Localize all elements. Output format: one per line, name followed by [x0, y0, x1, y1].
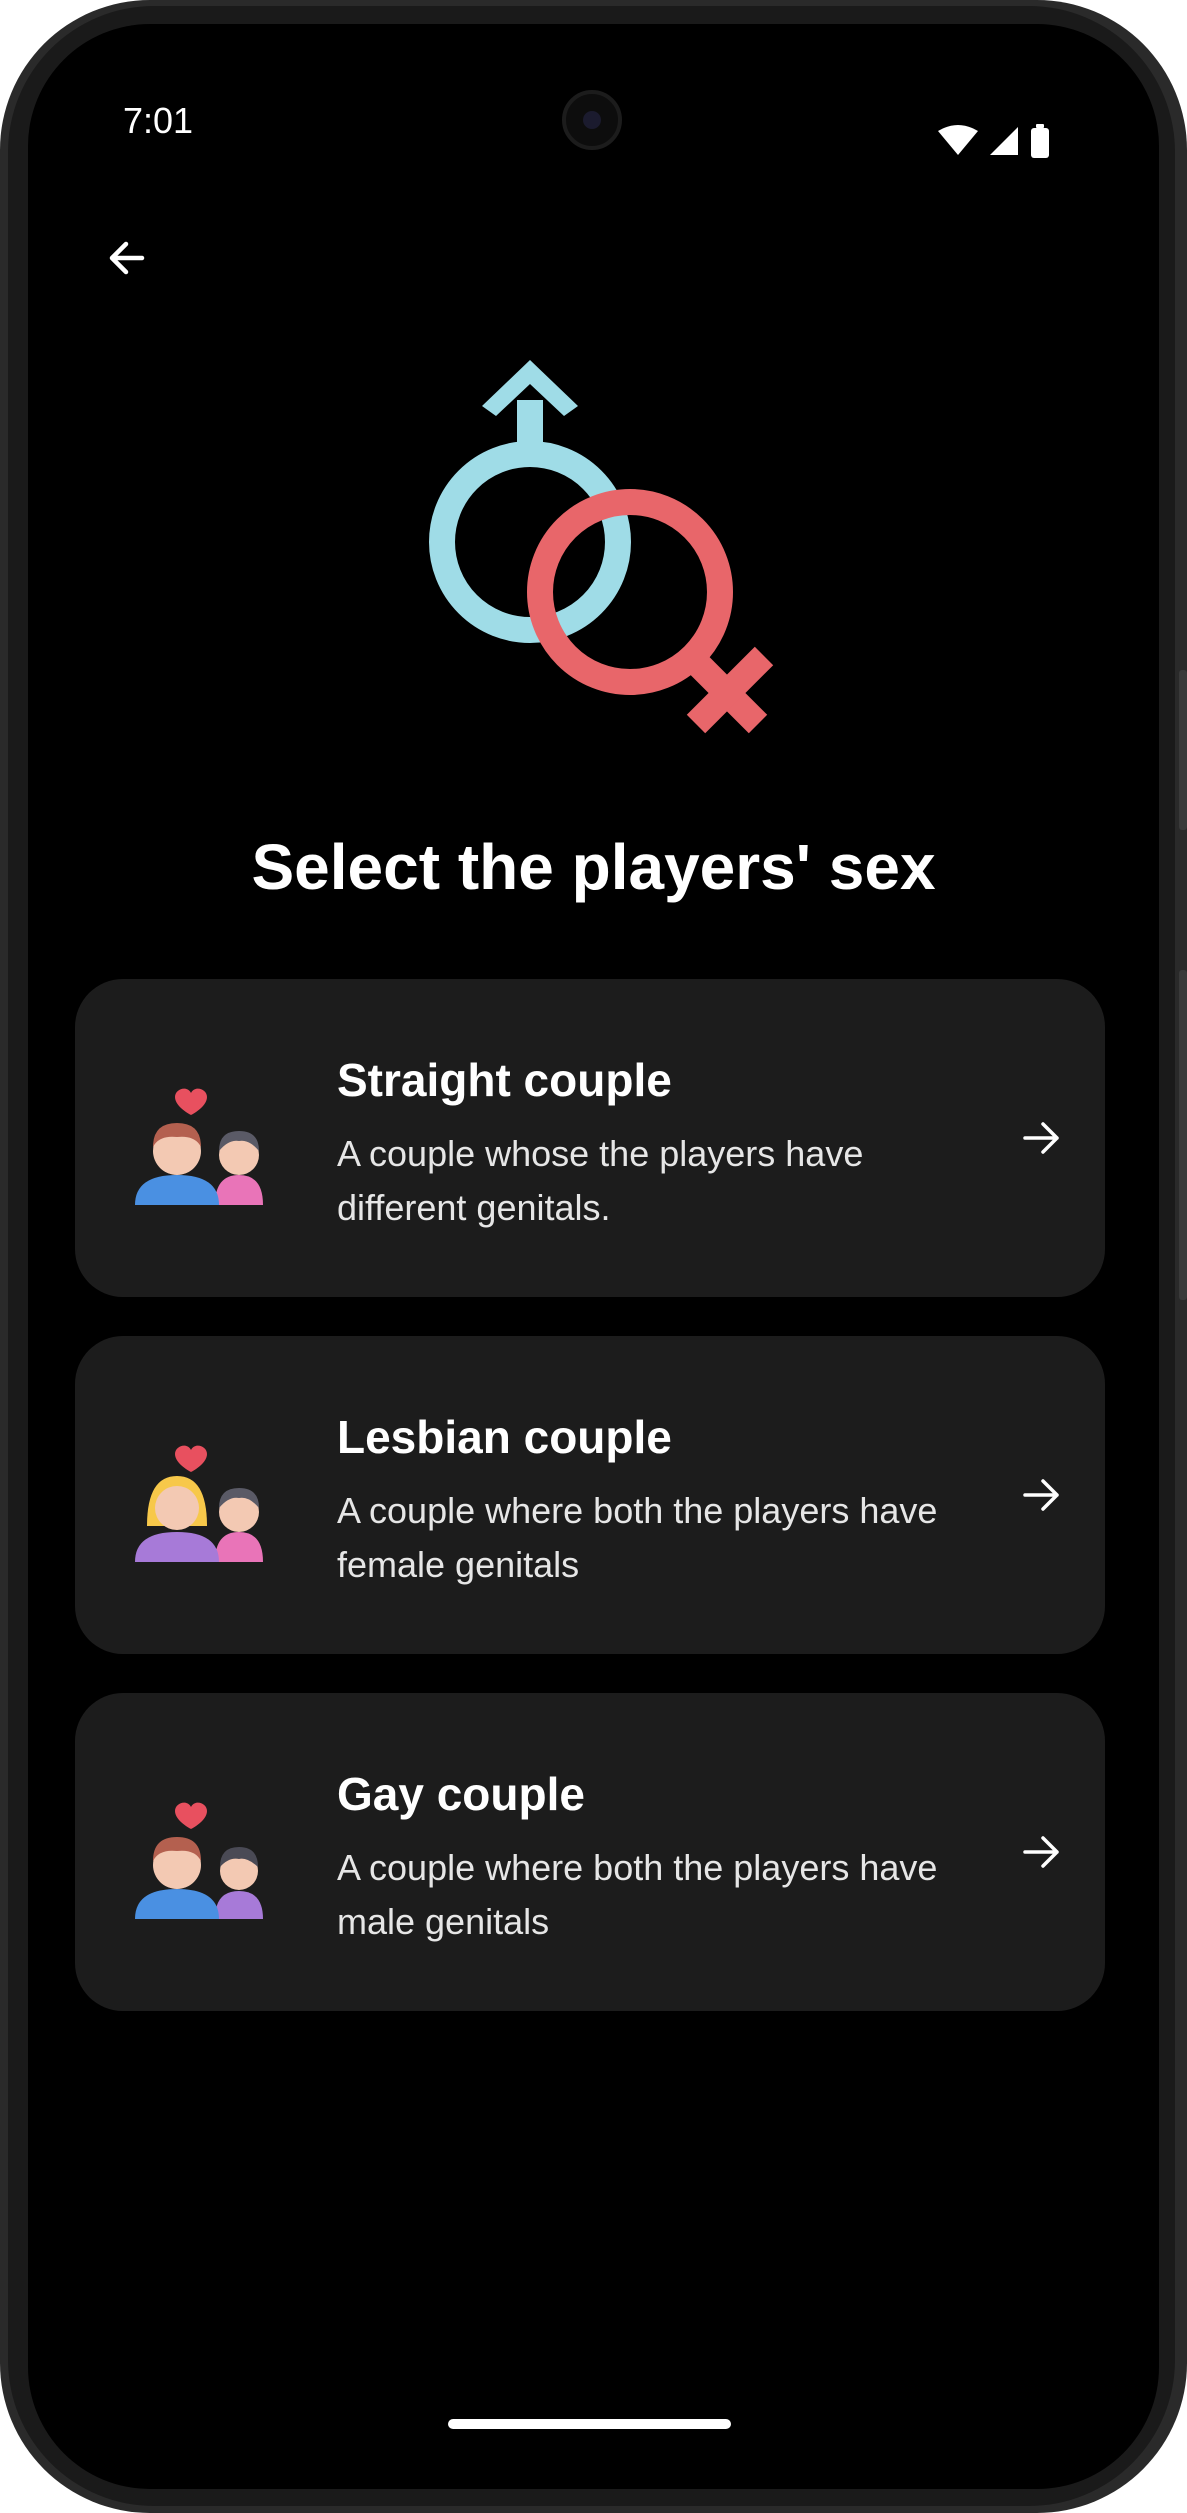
front-camera: [562, 90, 622, 150]
home-indicator[interactable]: [448, 2419, 731, 2429]
page-title: Select the players' sex: [251, 831, 936, 903]
gay-couple-icon: [135, 1783, 271, 1924]
status-time: 7:01: [123, 100, 194, 141]
straight-couple-icon: [135, 1069, 271, 1210]
option-description: A couple where both the players have fem…: [337, 1490, 938, 1585]
option-title: Straight couple: [337, 1054, 672, 1106]
arrow-right-icon: [1021, 1117, 1063, 1164]
power-button: [1179, 970, 1187, 1300]
arrow-left-icon: [109, 241, 145, 275]
arrow-right-icon: [1021, 1831, 1063, 1878]
wifi-icon: [938, 125, 978, 155]
option-description: A couple whose the players have differen…: [337, 1133, 864, 1228]
male-female-symbols-icon: [428, 360, 788, 765]
volume-button: [1179, 670, 1187, 830]
phone-frame: 7:01 Select the players' sex Straight co…: [0, 0, 1187, 2513]
option-gay-couple[interactable]: Gay couple A couple where both the playe…: [75, 1693, 1105, 2011]
status-icons: [938, 124, 1050, 158]
option-title: Gay couple: [337, 1768, 585, 1820]
option-straight-couple[interactable]: Straight couple A couple whose the playe…: [75, 979, 1105, 1297]
option-description: A couple where both the players have mal…: [337, 1847, 938, 1942]
cellular-signal-icon: [990, 127, 1018, 155]
screen: 7:01 Select the players' sex Straight co…: [28, 24, 1159, 2489]
option-lesbian-couple[interactable]: Lesbian couple A couple where both the p…: [75, 1336, 1105, 1654]
back-button[interactable]: [90, 222, 162, 294]
lesbian-couple-icon: [135, 1426, 271, 1567]
arrow-right-icon: [1021, 1474, 1063, 1521]
option-title: Lesbian couple: [337, 1411, 672, 1463]
battery-icon: [1031, 124, 1049, 158]
